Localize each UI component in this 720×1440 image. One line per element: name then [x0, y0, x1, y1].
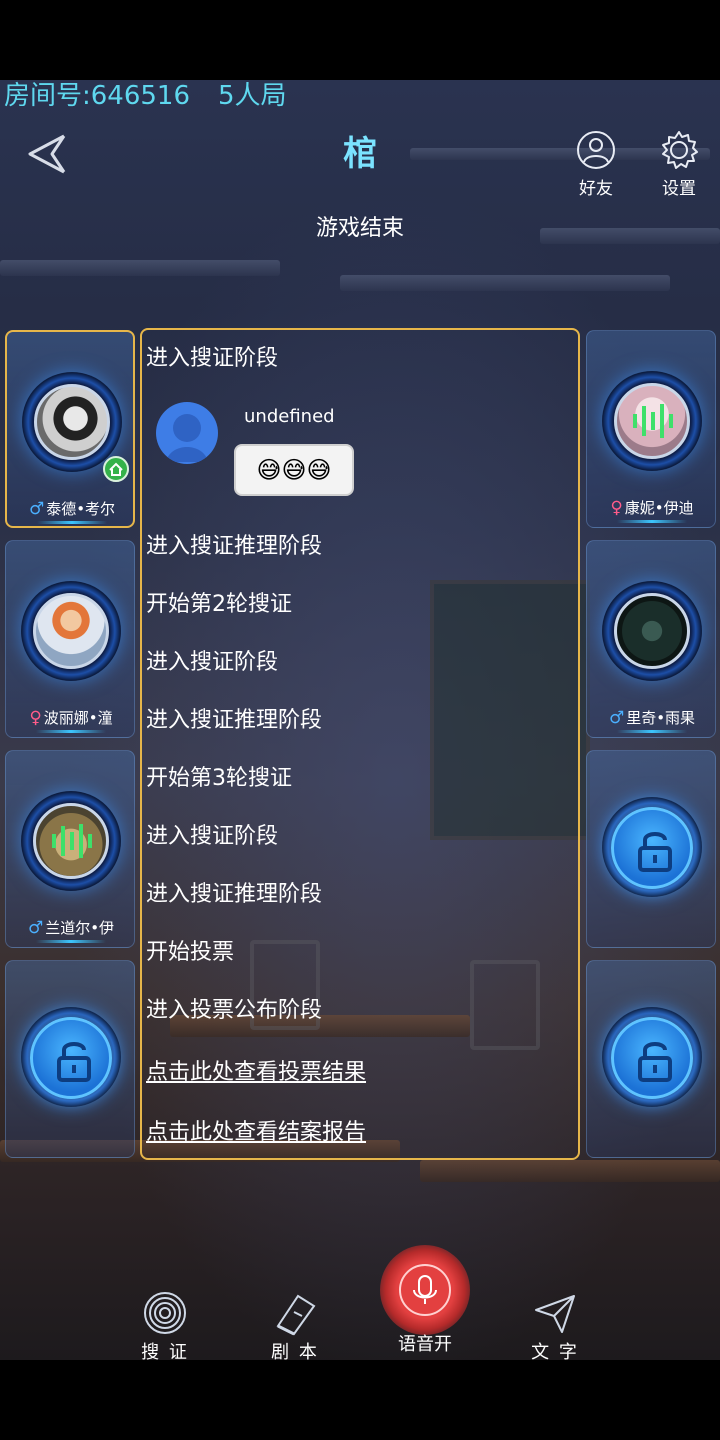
log-message: 开始投票: [146, 940, 235, 965]
chat-bubble: 😅😅😅: [234, 444, 354, 496]
player-name: ♂ 兰道尔•伊: [27, 918, 115, 938]
gear-icon: [662, 131, 698, 169]
mic-ring: [399, 1264, 451, 1316]
avatar: [33, 593, 109, 669]
send-icon: [535, 1295, 575, 1333]
player-name: ♂ 里奇•雨果: [608, 708, 696, 728]
player-slot[interactable]: ♀ 波丽娜•潼: [5, 540, 135, 738]
settings-button[interactable]: 设置: [649, 130, 709, 199]
player-count: 5人局: [218, 81, 287, 111]
chat-username: undefined: [244, 406, 335, 427]
microphone-icon: [413, 1275, 437, 1304]
lock-button[interactable]: [611, 1017, 693, 1099]
name-underline: [37, 521, 107, 524]
log-message: 进入搜证阶段: [146, 824, 279, 849]
log-message: 开始第2轮搜证: [146, 592, 292, 617]
log-message: 开始第3轮搜证: [146, 766, 292, 791]
log-message: 进入搜证推理阶段: [146, 882, 323, 907]
locked-slot[interactable]: [586, 960, 716, 1158]
settings-label: 设置: [662, 179, 696, 199]
avatar: [614, 593, 690, 669]
ceiling-light: [0, 260, 280, 276]
friends-button[interactable]: 好友: [566, 130, 626, 199]
desk: [420, 1160, 720, 1182]
text-button[interactable]: 文 字: [510, 1290, 600, 1360]
lock-icon: [638, 832, 672, 872]
log-message: 进入投票公布阶段: [146, 998, 323, 1023]
script-button[interactable]: 剧 本: [250, 1290, 340, 1360]
game-status: 游戏结束: [315, 216, 404, 241]
player-slot[interactable]: ♂ 泰德•考尔: [5, 330, 135, 528]
player-name: ♂ 泰德•考尔: [28, 499, 116, 519]
avatar: [33, 803, 109, 879]
room-info: 房间号:646516 5人局: [4, 80, 287, 112]
name-underline: [36, 730, 106, 733]
player-slot[interactable]: ♂ 兰道尔•伊: [5, 750, 135, 948]
lock-button[interactable]: [30, 1017, 112, 1099]
case-report-link[interactable]: 点击此处查看结案报告: [146, 1114, 366, 1146]
log-message: 进入搜证阶段: [146, 346, 279, 371]
player-name: ♀ 康妮•伊迪: [610, 498, 694, 518]
log-message: 进入搜证阶段: [146, 650, 279, 675]
player-slot[interactable]: ♂ 里奇•雨果: [586, 540, 716, 738]
locked-slot[interactable]: [586, 750, 716, 948]
name-underline: [36, 940, 106, 943]
avatar: [34, 384, 110, 460]
room-number: 房间号:646516: [4, 81, 191, 111]
text-label: 文 字: [531, 1342, 579, 1360]
locked-slot[interactable]: [5, 960, 135, 1158]
script-label: 剧 本: [271, 1342, 319, 1360]
friends-icon: [577, 131, 615, 169]
log-message: 进入搜证推理阶段: [146, 708, 323, 733]
friends-label: 好友: [579, 179, 613, 199]
speaking-icon: [52, 824, 92, 858]
name-underline: [617, 730, 687, 733]
chat-avatar: [156, 402, 218, 464]
evidence-button[interactable]: 搜 证: [120, 1290, 210, 1360]
log-message: 进入搜证推理阶段: [146, 534, 323, 559]
host-home-icon: [103, 456, 129, 482]
lock-button[interactable]: [611, 807, 693, 889]
fingerprint-icon: [144, 1292, 186, 1334]
avatar: [614, 383, 690, 459]
mic-button[interactable]: [380, 1245, 470, 1335]
game-log-panel[interactable]: 进入搜证阶段 undefined 😅😅😅 进入搜证推理阶段 开始第2轮搜证 进入…: [140, 328, 580, 1160]
player-slot[interactable]: ♀ 康妮•伊迪: [586, 330, 716, 528]
player-name: ♀ 波丽娜•潼: [29, 708, 113, 728]
voice-label: 语音开: [398, 1334, 452, 1355]
book-icon: [276, 1294, 316, 1336]
game-screen: 房间号:646516 5人局 棺 游戏结束 好友 设置 ♂ 泰德•考尔 ♀ 波丽…: [0, 80, 720, 1360]
ceiling-light: [340, 275, 670, 291]
speaking-icon: [633, 404, 673, 438]
evidence-label: 搜 证: [141, 1342, 189, 1360]
lock-icon: [638, 1042, 672, 1082]
lock-icon: [57, 1042, 91, 1082]
name-underline: [617, 520, 687, 523]
vote-result-link[interactable]: 点击此处查看投票结果: [146, 1054, 366, 1086]
